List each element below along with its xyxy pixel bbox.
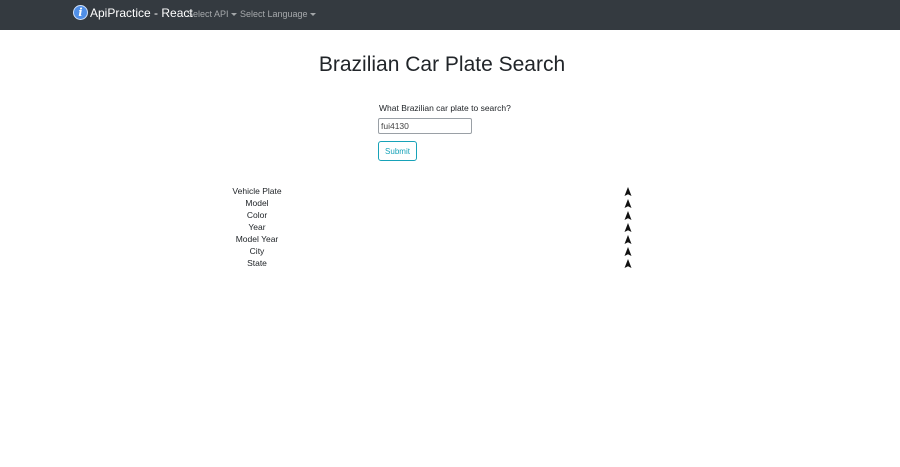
page-title: Brazilian Car Plate Search — [318, 53, 566, 76]
select-language-dropdown[interactable]: Select Language — [240, 9, 316, 19]
model-year-label: Model Year — [235, 234, 279, 244]
submit-button[interactable]: Submit — [378, 141, 417, 161]
result-row-year: Year — [0, 221, 900, 233]
sort-arrow-up-icon[interactable] — [624, 211, 632, 220]
result-row-state: State — [0, 257, 900, 269]
plate-search-input[interactable] — [378, 118, 472, 134]
sort-arrow-up-icon[interactable] — [624, 247, 632, 256]
select-api-dropdown[interactable]: Select API — [187, 9, 237, 19]
select-api-label: Select API — [187, 9, 229, 19]
sort-arrow-up-icon[interactable] — [624, 199, 632, 208]
caret-down-icon — [309, 12, 316, 16]
city-label: City — [249, 246, 265, 256]
select-language-label: Select Language — [240, 9, 308, 19]
color-label: Color — [246, 210, 268, 220]
result-row-vehicle-plate: Vehicle Plate — [0, 185, 900, 197]
sort-arrow-up-icon[interactable] — [624, 259, 632, 268]
plate-question-label: What Brazilian car plate to search? — [379, 103, 511, 113]
sort-arrow-up-icon[interactable] — [624, 223, 632, 232]
result-row-model: Model — [0, 197, 900, 209]
brand-link[interactable]: i ApiPractice - React — [73, 5, 193, 20]
vehicle-plate-label: Vehicle Plate — [232, 186, 282, 196]
brand-label: ApiPractice - React — [90, 5, 193, 20]
year-label: Year — [248, 222, 266, 232]
result-row-color: Color — [0, 209, 900, 221]
info-logo-icon: i — [73, 5, 88, 20]
result-row-model-year: Model Year — [0, 233, 900, 245]
sort-arrow-up-icon[interactable] — [624, 187, 632, 196]
sort-arrow-up-icon[interactable] — [624, 235, 632, 244]
model-label: Model — [245, 198, 269, 208]
caret-down-icon — [230, 12, 237, 16]
top-navbar: i ApiPractice - React Select API Select … — [0, 0, 900, 30]
result-row-city: City — [0, 245, 900, 257]
state-label: State — [247, 258, 267, 268]
